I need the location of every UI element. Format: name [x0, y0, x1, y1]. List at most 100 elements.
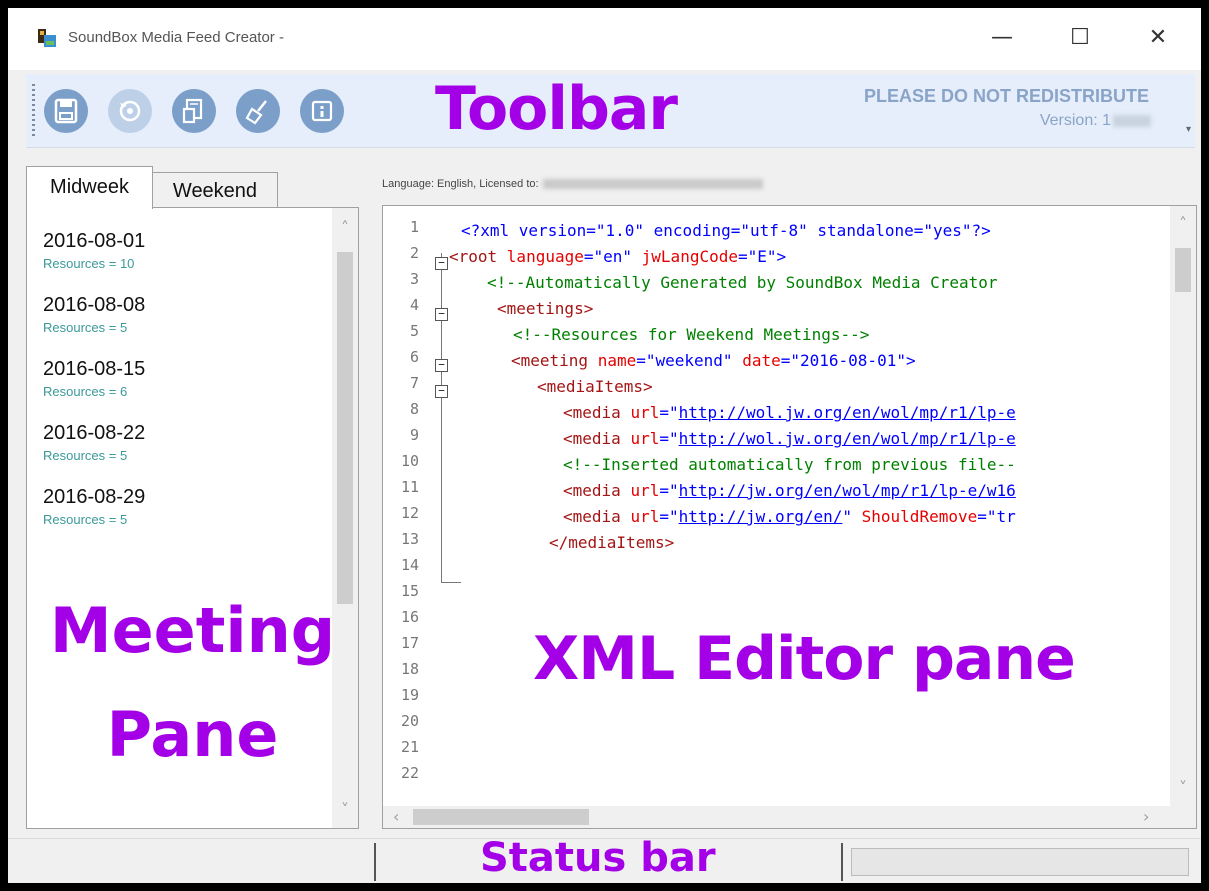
xml-attr: url [630, 507, 660, 526]
editor-horizontal-scrollbar[interactable]: ‹ › [383, 806, 1196, 828]
meeting-resources: Resources = 5 [43, 320, 128, 335]
xml-tag: <media [563, 507, 631, 526]
xml-attr: date [742, 351, 781, 370]
status-separator [841, 843, 843, 881]
close-button[interactable]: ✕ [1136, 18, 1180, 58]
license-info: Language: English, Licensed to: [382, 178, 763, 190]
list-item[interactable]: 2016-08-22 Resources = 5 [43, 422, 145, 463]
xml-tag: </mediaItems> [549, 533, 675, 552]
title-bar: SoundBox Media Feed Creator - — ☐ ✕ [8, 8, 1201, 70]
window-title: SoundBox Media Feed Creator - [68, 29, 284, 46]
xml-url-link[interactable]: http://jw.org/en/ [679, 507, 843, 526]
meeting-pane: 2016-08-01 Resources = 10 2016-08-08 Res… [26, 207, 359, 829]
xml-attr: url [630, 481, 660, 500]
refresh-icon [119, 100, 141, 122]
save-button[interactable] [44, 89, 88, 133]
scroll-left-icon[interactable]: ‹ [393, 807, 399, 826]
code-line: <mediaItems> [537, 377, 653, 396]
xml-value: ="tr [977, 507, 1016, 526]
xml-attr: language [506, 247, 584, 266]
meeting-resources: Resources = 5 [43, 448, 128, 463]
scroll-right-icon[interactable]: › [1143, 807, 1149, 826]
xml-comment: <!--Resources for Weekend Meetings--> [513, 325, 870, 344]
scroll-down-icon[interactable]: ˅ [332, 800, 358, 819]
app-icon [38, 29, 56, 47]
xml-tag: <root [449, 247, 507, 266]
line-number: 3 [409, 270, 419, 288]
scroll-down-icon[interactable]: ˅ [1170, 778, 1196, 797]
line-number: 7 [409, 374, 419, 392]
clean-button[interactable] [236, 89, 280, 133]
maximize-button[interactable]: ☐ [1058, 18, 1102, 58]
meeting-date: 2016-08-01 [43, 230, 146, 252]
list-item[interactable]: 2016-08-15 Resources = 6 [43, 358, 145, 399]
code-line: </mediaItems> [549, 533, 674, 552]
refresh-button[interactable] [108, 89, 152, 133]
code-line: <!--Resources for Weekend Meetings--> [513, 325, 869, 344]
line-number: 15 [400, 582, 419, 600]
license-label: Language: English, Licensed to: [382, 178, 539, 190]
line-number: 8 [409, 400, 419, 418]
line-number: 10 [400, 452, 419, 470]
version-text: Version: 1 [1040, 112, 1151, 130]
meeting-pane-scrollbar[interactable]: ˄ ˅ [332, 208, 358, 828]
xml-tag: <mediaItems> [537, 377, 653, 396]
document-icon [182, 98, 203, 124]
fold-toggle-icon[interactable]: − [435, 257, 448, 270]
xml-value: =" [659, 481, 679, 500]
xml-attr: url [630, 429, 660, 448]
xml-declaration: <?xml version="1.0" encoding="utf-8" sta… [461, 221, 991, 240]
toolbar-grip[interactable] [32, 84, 35, 138]
list-item[interactable]: 2016-08-01 Resources = 10 [43, 230, 145, 271]
editor-annotation: XML Editor pane [533, 624, 1076, 694]
info-button[interactable] [300, 89, 344, 133]
line-number-gutter: 1 2 3 4 5 6 7 8 9 10 11 12 13 14 15 16 17 18 19 20 21 22 [383, 206, 427, 806]
list-item[interactable]: 2016-08-29 Resources = 5 [43, 486, 145, 527]
line-number: 11 [400, 478, 419, 496]
fold-toggle-icon[interactable]: − [435, 308, 448, 321]
code-line: <!--Inserted automatically from previous… [563, 455, 1016, 474]
xml-value: =" [659, 403, 679, 422]
license-redacted [542, 179, 763, 190]
line-number: 21 [400, 738, 419, 756]
xml-editor[interactable]: 1 2 3 4 5 6 7 8 9 10 11 12 13 14 15 16 17 18 19 20 21 22 − − … [382, 205, 1197, 829]
line-number: 4 [409, 296, 419, 314]
status-bar-annotation: Status bar [480, 835, 716, 881]
xml-url-link[interactable]: http://wol.jw.org/en/wol/mp/r1/lp-e [679, 403, 1016, 422]
editor-vertical-scrollbar[interactable]: ˄ ˅ [1170, 206, 1196, 806]
code-line: <media url="http://jw.org/en/wol/mp/r1/l… [563, 481, 1016, 500]
progress-bar [851, 848, 1189, 876]
fold-toggle-icon[interactable]: − [435, 385, 448, 398]
line-number: 20 [400, 712, 419, 730]
document-button[interactable] [172, 89, 216, 133]
tab-weekend[interactable]: Weekend [152, 172, 278, 209]
code-line: <media url="http://jw.org/en/" ShouldRem… [563, 507, 1016, 526]
line-number: 19 [400, 686, 419, 704]
meeting-resources: Resources = 10 [43, 256, 135, 271]
scroll-thumb[interactable] [413, 809, 589, 825]
scroll-up-icon[interactable]: ˄ [332, 218, 358, 237]
toolbar-annotation: Toolbar [435, 74, 678, 144]
fold-toggle-icon[interactable]: − [435, 359, 448, 372]
status-separator [374, 843, 376, 881]
toolbar-overflow-icon[interactable]: ▾ [1186, 124, 1191, 135]
code-line: <meetings> [497, 299, 593, 318]
scroll-thumb[interactable] [337, 252, 353, 604]
scroll-up-icon[interactable]: ˄ [1170, 214, 1196, 233]
line-number: 12 [400, 504, 419, 522]
xml-url-link[interactable]: http://wol.jw.org/en/wol/mp/r1/lp-e [679, 429, 1016, 448]
line-number: 5 [409, 322, 419, 340]
xml-url-link[interactable]: http://jw.org/en/wol/mp/r1/lp-e/w16 [679, 481, 1016, 500]
xml-comment: <!--Inserted automatically from previous… [563, 455, 1016, 474]
meeting-date: 2016-08-29 [43, 486, 146, 508]
line-number: 6 [409, 348, 419, 366]
meeting-resources: Resources = 6 [43, 384, 128, 399]
minimize-button[interactable]: — [980, 18, 1024, 58]
scroll-thumb[interactable] [1175, 248, 1191, 292]
xml-value: " [842, 507, 862, 526]
tab-midweek[interactable]: Midweek [26, 166, 153, 209]
xml-value: ="E"> [737, 247, 787, 266]
line-number: 2 [409, 244, 419, 262]
code-line: <root language="en" jwLangCode="E"> [449, 247, 786, 266]
list-item[interactable]: 2016-08-08 Resources = 5 [43, 294, 145, 335]
